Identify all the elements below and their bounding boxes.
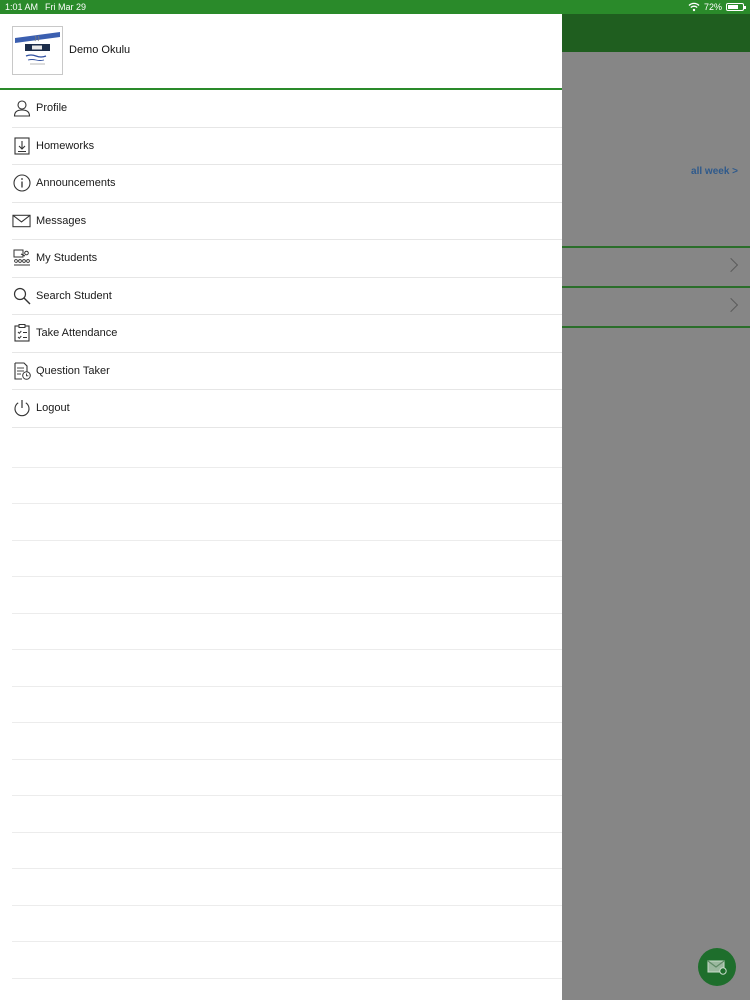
chevron-right-icon <box>723 257 739 273</box>
status-bar: 1:01 AM Fri Mar 29 72% <box>0 0 750 14</box>
menu-label: Profile <box>36 102 68 115</box>
wifi-icon <box>688 2 700 12</box>
battery-icon <box>726 3 746 11</box>
menu-label: Homeworks <box>36 139 95 152</box>
list-row[interactable] <box>562 246 750 286</box>
empty-row <box>12 614 562 650</box>
battery-percent: 72% <box>703 2 722 12</box>
chevron-right-icon <box>723 297 739 313</box>
menu-label: Messages <box>36 214 87 227</box>
download-book-icon <box>12 136 31 155</box>
menu-item-homeworks[interactable]: Homeworks <box>12 128 562 165</box>
school-logo <box>12 26 63 75</box>
envelope-icon <box>707 959 727 975</box>
menu-item-logout[interactable]: Logout <box>12 390 562 428</box>
menu-label: Search Student <box>36 289 112 302</box>
empty-row <box>12 942 562 979</box>
info-icon <box>12 174 31 193</box>
menu-item-profile[interactable]: Profile <box>12 90 562 128</box>
divider <box>562 326 750 328</box>
empty-row <box>12 906 562 942</box>
drawer-menu: Profile Homeworks Announcements Messages… <box>12 90 562 428</box>
menu-label: My Students <box>36 252 98 265</box>
empty-row <box>12 504 562 541</box>
clipboard-icon <box>12 324 31 343</box>
empty-list-area <box>12 431 562 979</box>
menu-item-announcements[interactable]: Announcements <box>12 165 562 203</box>
person-icon <box>12 99 31 118</box>
empty-row <box>12 650 562 687</box>
search-icon <box>12 286 31 305</box>
menu-item-question-taker[interactable]: Question Taker <box>12 353 562 390</box>
menu-label: Logout <box>36 402 70 415</box>
power-icon <box>12 399 31 418</box>
empty-row <box>12 723 562 760</box>
list-row[interactable] <box>562 286 750 326</box>
menu-item-messages[interactable]: Messages <box>12 203 562 240</box>
menu-label: Announcements <box>36 177 116 190</box>
empty-row <box>12 833 562 869</box>
document-clock-icon <box>12 361 31 380</box>
empty-row <box>12 431 562 468</box>
all-week-link[interactable]: all week > <box>691 166 738 177</box>
empty-row <box>12 796 562 833</box>
status-time: 1:01 AM <box>5 2 39 12</box>
empty-row <box>12 869 562 906</box>
navigation-drawer: Demo Okulu Profile Homeworks Announcemen… <box>0 14 562 1000</box>
school-name: Demo Okulu <box>69 44 131 56</box>
empty-row <box>12 468 562 504</box>
menu-label: Take Attendance <box>36 327 118 340</box>
menu-label: Question Taker <box>36 364 110 377</box>
status-date: Fri Mar 29 <box>45 2 87 12</box>
envelope-icon <box>12 211 31 230</box>
menu-item-search-student[interactable]: Search Student <box>12 278 562 315</box>
empty-row <box>12 760 562 796</box>
empty-row <box>12 687 562 723</box>
classroom-icon <box>12 249 31 268</box>
drawer-header: Demo Okulu <box>0 14 562 90</box>
empty-row <box>12 577 562 614</box>
empty-row <box>12 541 562 577</box>
menu-item-take-attendance[interactable]: Take Attendance <box>12 315 562 353</box>
compose-message-button[interactable] <box>698 948 736 986</box>
menu-item-my-students[interactable]: My Students <box>12 240 562 278</box>
